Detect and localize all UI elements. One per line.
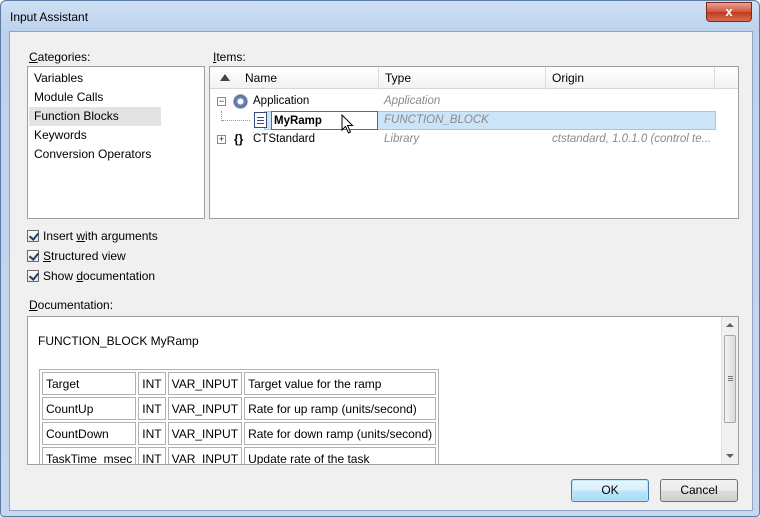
column-header-origin[interactable]: Origin — [546, 67, 715, 89]
table-row: CountUp INT VAR_INPUT Rate for up ramp (… — [42, 397, 437, 420]
table-row: TaskTime_msec INT VAR_INPUT Update rate … — [42, 447, 437, 464]
table-row: Target INT VAR_INPUT Target value for th… — [42, 372, 437, 395]
documentation-label: Documentation: — [29, 298, 114, 312]
documentation-title: FUNCTION_BLOCK MyRamp — [38, 334, 199, 348]
item-type: Library — [384, 133, 420, 145]
window-title: Input Assistant — [10, 10, 89, 24]
title-bar[interactable]: Input Assistant x — [1, 1, 759, 31]
scroll-up-icon[interactable] — [726, 323, 734, 327]
scroll-thumb[interactable] — [724, 335, 736, 423]
categories-label: Categories: — [29, 50, 91, 64]
item-name: Application — [253, 95, 310, 107]
collapse-icon[interactable]: − — [217, 97, 226, 106]
category-item-variables[interactable]: Variables — [29, 69, 161, 88]
category-item-function-blocks[interactable]: Function Blocks — [29, 107, 161, 126]
documentation-scrollbar[interactable] — [721, 317, 738, 464]
tree-row-ctstandard[interactable]: + {} CTStandard Library ctstandard, 1.0.… — [210, 130, 738, 149]
category-item-module-calls[interactable]: Module Calls — [29, 88, 161, 107]
documentation-table: Target INT VAR_INPUT Target value for th… — [39, 369, 440, 464]
category-item-keywords[interactable]: Keywords — [29, 126, 161, 145]
insert-with-arguments-checkbox[interactable]: Insert with arguments — [27, 229, 227, 245]
category-item-conversion-operators[interactable]: Conversion Operators — [29, 145, 161, 164]
close-icon: x — [725, 4, 733, 19]
input-assistant-dialog: Input Assistant x Categories: Variables … — [0, 0, 760, 517]
tree-row-myramp[interactable]: MyRamp FUNCTION_BLOCK — [210, 111, 738, 134]
item-type: Application — [384, 95, 441, 107]
column-header-name[interactable]: Name — [210, 67, 379, 89]
expand-icon[interactable]: + — [217, 135, 226, 144]
braces-icon: {} — [234, 132, 244, 146]
show-documentation-checkbox[interactable]: Show documentation — [27, 269, 227, 285]
cancel-button[interactable]: Cancel — [660, 479, 738, 502]
document-icon — [254, 112, 267, 128]
scroll-down-icon[interactable] — [726, 454, 734, 458]
structured-view-checkbox[interactable]: Structured view — [27, 249, 227, 265]
checkbox-checked-icon[interactable] — [27, 270, 39, 282]
item-type: FUNCTION_BLOCK — [384, 114, 489, 126]
documentation-panel[interactable]: FUNCTION_BLOCK MyRamp Target INT VAR_INP… — [27, 316, 739, 465]
table-row: CountDown INT VAR_INPUT Rate for down ra… — [42, 422, 437, 445]
items-tree[interactable]: Name Type Origin − Application Applicati… — [209, 66, 739, 219]
tree-row-application[interactable]: − Application Application — [210, 92, 738, 111]
item-name-editor[interactable]: MyRamp — [271, 111, 378, 130]
item-origin: ctstandard, 1.0.1.0 (control te... — [552, 133, 712, 145]
gear-icon — [233, 94, 248, 109]
close-button[interactable]: x — [706, 2, 752, 22]
checkbox-checked-icon[interactable] — [27, 250, 39, 262]
ok-button[interactable]: OK — [571, 479, 649, 502]
items-label: Items: — [213, 50, 246, 64]
sort-up-icon — [220, 74, 230, 81]
items-header: Name Type Origin — [210, 67, 738, 89]
item-name: CTStandard — [253, 133, 316, 145]
categories-list[interactable]: Variables Module Calls Function Blocks K… — [27, 66, 205, 219]
column-header-type[interactable]: Type — [379, 67, 546, 89]
checkbox-checked-icon[interactable] — [27, 230, 39, 242]
dialog-body: Categories: Variables Module Calls Funct… — [9, 31, 753, 511]
